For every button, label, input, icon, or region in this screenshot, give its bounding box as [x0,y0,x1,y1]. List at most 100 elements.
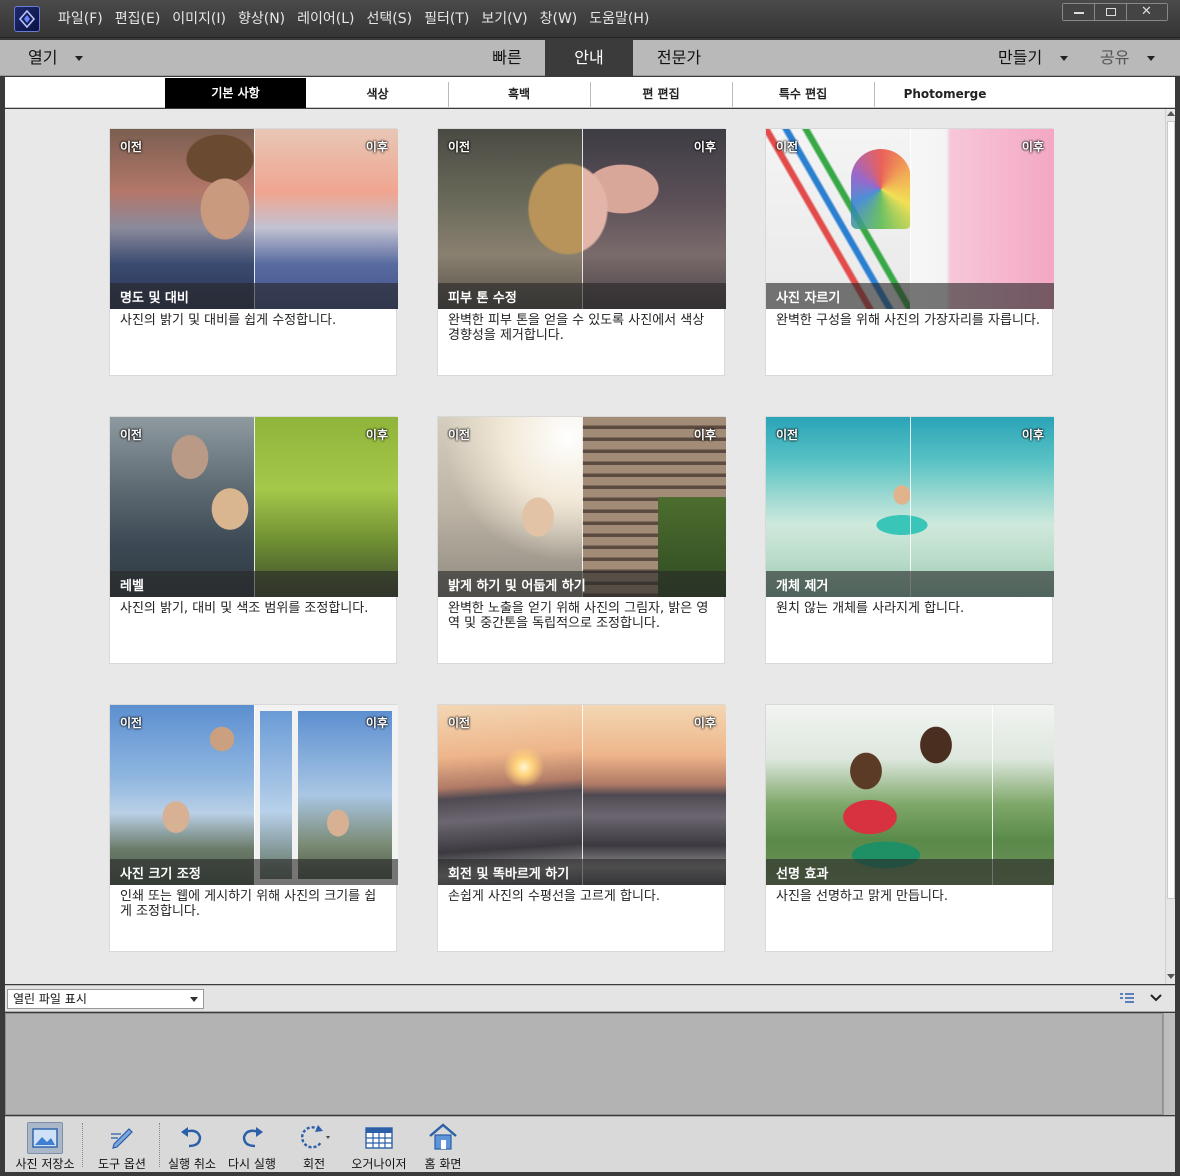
title-bar: 파일(F) 편집(E) 이미지(I) 향상(N) 레이어(L) 선택(S) 필터… [0,0,1180,38]
after-label: 이후 [693,428,716,442]
menu-layer[interactable]: 레이어(L) [291,0,360,38]
card-title: 회전 및 똑바르게 하기 [448,867,570,882]
card-thumbnail: 이전 이후 밝게 하기 및 어둡게 하기 [438,417,726,597]
guided-card-brightness-contrast[interactable]: 이전 이후 명도 및 대비 사진의 밝기 및 대비를 쉽게 수정합니다. [109,128,398,376]
bin-files-select[interactable]: 열린 파일 표시 [7,989,204,1009]
menu-image[interactable]: 이미지(I) [166,0,232,38]
before-label: 이전 [120,716,143,730]
scroll-up-arrow-icon[interactable] [1167,111,1175,116]
menu-edit[interactable]: 편집(E) [109,0,167,38]
organizer-label: 오거나이저 [351,1157,407,1171]
undo-icon [174,1122,210,1154]
organizer-button[interactable]: 오거나이저 [345,1117,413,1173]
share-label: 공유 [1100,48,1130,67]
tab-black-white[interactable]: 흑백 [448,82,589,107]
tab-quick[interactable]: 빠른 [470,40,544,76]
tab-color[interactable]: 색상 [307,82,448,107]
card-thumbnail: 선명 효과 [766,705,1054,885]
guided-card-crop[interactable]: 이전 이후 사진 자르기 완벽한 구성을 위해 사진의 가장자리를 자릅니다. [765,128,1054,376]
after-label: 이후 [693,716,716,730]
scrollbar-thumb[interactable] [1167,121,1175,899]
bottom-taskbar: 사진 저장소 도구 옵션 실행 취소 다시 실행 회전 오거나이저 홈 화면 [5,1116,1175,1172]
card-title: 피부 톤 수정 [448,291,517,306]
rotate-button[interactable]: 회전 [288,1117,340,1173]
after-label: 이후 [1021,140,1044,154]
share-button[interactable]: 공유 [1100,40,1156,75]
bin-options-menu-icon[interactable] [1119,991,1135,1005]
card-title-bar: 레벨 [110,571,398,597]
tab-guided[interactable]: 안내 [545,40,633,76]
home-screen-label: 홈 화면 [424,1157,462,1171]
photo-bin-button[interactable]: 사진 저장소 [7,1117,83,1173]
card-description: 사진의 밝기, 대비 및 색조 범위를 조정합니다. [120,601,369,616]
photo-bin-scrollbar[interactable] [1163,1013,1175,1115]
guided-card-dodge-burn[interactable]: 이전 이후 밝게 하기 및 어둡게 하기 완벽한 노출을 얻기 위해 사진의 그… [437,416,726,664]
tab-expert[interactable]: 전문가 [640,40,718,76]
menu-window[interactable]: 창(W) [534,0,584,38]
card-description: 사진을 선명하고 맑게 만듭니다. [776,889,949,904]
tab-special-edits[interactable]: 특수 편집 [732,82,873,107]
resized-photo-small [260,711,292,879]
photo-bin-area[interactable] [5,1013,1163,1115]
after-label: 이후 [1021,428,1044,442]
guided-card-sharpen[interactable]: 선명 효과 사진을 선명하고 맑게 만듭니다. [765,704,1054,952]
undo-button[interactable]: 실행 취소 [163,1117,221,1173]
card-description: 완벽한 노출을 얻기 위해 사진의 그림자, 밝은 영역 및 중간톤을 독립적으… [448,601,709,631]
card-thumbnail: 이전 이후 회전 및 똑바르게 하기 [438,705,726,885]
guided-card-skin-tone[interactable]: 이전 이후 피부 톤 수정 완벽한 피부 톤을 얻을 수 있도록 사진에서 색상… [437,128,726,376]
menu-help[interactable]: 도움말(H) [583,0,655,38]
before-label: 이전 [120,428,143,442]
menu-filter[interactable]: 필터(T) [418,0,475,38]
before-label: 이전 [448,428,471,442]
card-thumbnail: 이전 이후 사진 크기 조정 [110,705,398,885]
menu-file[interactable]: 파일(F) [52,0,109,38]
redo-icon [234,1122,270,1154]
open-button[interactable]: 열기 [28,40,84,75]
tool-options-label: 도구 옵션 [98,1157,146,1171]
card-title-bar: 밝게 하기 및 어둡게 하기 [438,571,726,597]
card-title-bar: 사진 자르기 [766,283,1054,309]
guided-card-resize[interactable]: 이전 이후 사진 크기 조정 인쇄 또는 웹에 게시하기 위해 사진의 크기를 … [109,704,398,952]
photo-bin-label: 사진 저장소 [15,1157,75,1171]
redo-label: 다시 실행 [228,1157,276,1171]
home-screen-button[interactable]: 홈 화면 [415,1117,471,1173]
card-title-bar: 피부 톤 수정 [438,283,726,309]
tab-photomerge[interactable]: Photomerge [874,82,1015,107]
card-title: 레벨 [120,579,144,594]
menu-view[interactable]: 보기(V) [475,0,533,38]
guided-card-remove-object[interactable]: 이전 이후 개체 제거 원치 않는 개체를 사라지게 합니다. [765,416,1054,664]
guided-card-levels[interactable]: 이전 이후 레벨 사진의 밝기, 대비 및 색조 범위를 조정합니다. [109,416,398,664]
tool-options-button[interactable]: 도구 옵션 [87,1117,157,1173]
after-label: 이후 [365,140,388,154]
tab-fun-edits[interactable]: 편 편집 [590,82,731,107]
pencil-icon [104,1122,140,1154]
card-description: 완벽한 피부 톤을 얻을 수 있도록 사진에서 색상 경향성을 제거합니다. [448,313,705,343]
card-description: 원치 않는 개체를 사라지게 합니다. [776,601,965,616]
create-button[interactable]: 만들기 [998,40,1069,75]
menu-enhance[interactable]: 향상(N) [232,0,291,38]
rotate-label: 회전 [302,1157,326,1171]
guided-card-rotate-straighten[interactable]: 이전 이후 회전 및 똑바르게 하기 손쉽게 사진의 수평선을 고르게 합니다. [437,704,726,952]
after-label: 이후 [365,428,388,442]
card-thumbnail: 이전 이후 레벨 [110,417,398,597]
vertical-scrollbar[interactable] [1165,109,1175,984]
redo-button[interactable]: 다시 실행 [223,1117,281,1173]
collapse-bin-chevron-icon[interactable] [1148,991,1164,1005]
card-thumbnail: 이전 이후 개체 제거 [766,417,1054,597]
scroll-down-arrow-icon[interactable] [1167,974,1175,979]
close-button[interactable]: ✕ [1127,4,1167,20]
menu-select[interactable]: 선택(S) [361,0,419,38]
tab-basics[interactable]: 기본 사항 [165,78,306,108]
card-description: 사진의 밝기 및 대비를 쉽게 수정합니다. [120,313,337,328]
maximize-button[interactable] [1095,4,1127,20]
card-title-bar: 사진 크기 조정 [110,859,398,885]
minimize-icon [1074,12,1084,14]
after-label: 이후 [693,140,716,154]
guided-edits-panel: 이전 이후 명도 및 대비 사진의 밝기 및 대비를 쉽게 수정합니다. 이전 … [5,109,1165,984]
minimize-button[interactable] [1063,4,1095,20]
card-title: 밝게 하기 및 어둡게 하기 [448,579,586,594]
card-title: 선명 효과 [776,867,829,882]
card-description: 완벽한 구성을 위해 사진의 가장자리를 자릅니다. [776,313,1040,328]
toolbar-divider [159,1123,160,1167]
organizer-grid-icon [361,1122,397,1154]
